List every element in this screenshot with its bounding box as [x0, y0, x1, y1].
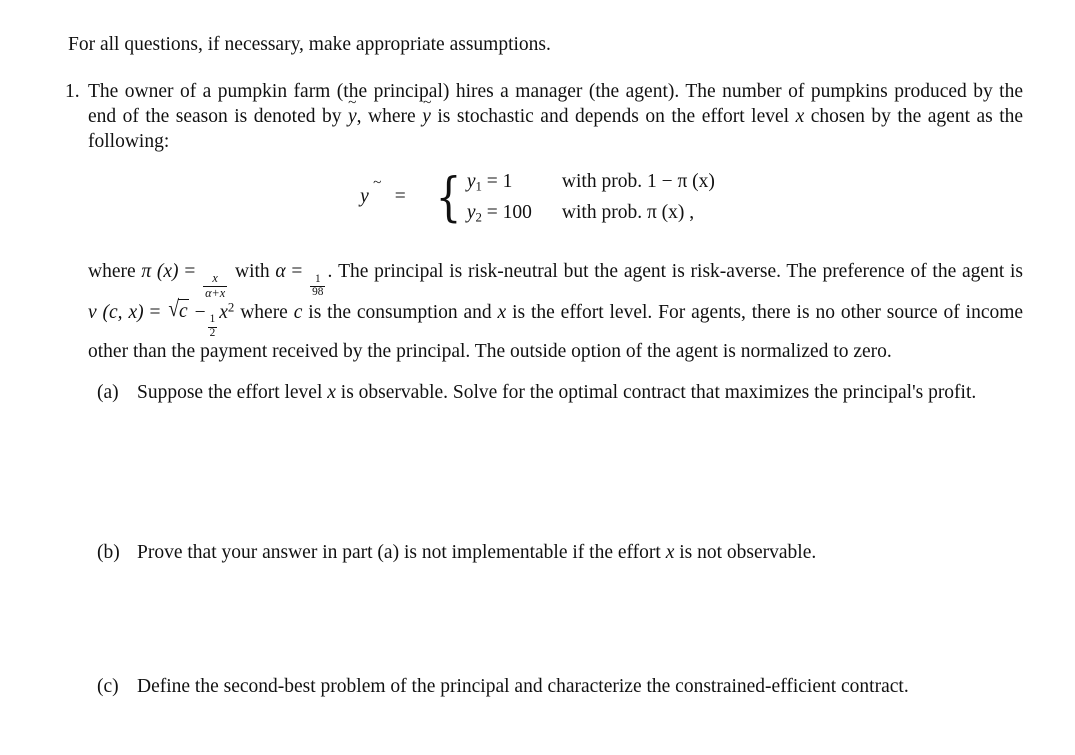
left-brace-icon: { [435, 168, 462, 229]
fraction-numerator-2: 1 [314, 272, 321, 285]
question-1-paragraph: The owner of a pumpkin farm (the princip… [88, 80, 1023, 155]
half-denominator: 2 [207, 327, 218, 340]
case-2-value: 100 [502, 201, 532, 223]
case-2-left: y2 = 100 [466, 201, 532, 225]
where-text-3: . The principal is risk-neutral but the … [327, 261, 1023, 282]
fraction-denominator: α+x [203, 286, 228, 301]
q1-text-a: The owner of a pumpkin farm (the princip… [88, 81, 888, 102]
display-equation-wrapper: y = { y1 = 1 with prob. 1 − π (x) y2 = 1… [0, 170, 1075, 226]
where-text-2: with [234, 261, 270, 282]
y-tilde-symbol: y [348, 105, 357, 130]
case-1-value: 1 [502, 171, 513, 192]
document-page: For all questions, if necessary, make ap… [0, 0, 1075, 755]
subquestion-a-text: Suppose the effort level x is observable… [137, 381, 1025, 406]
case-1-probability: 1 − π (x) [646, 171, 715, 192]
pi-of-x-1: π (x) [141, 261, 179, 282]
minus-sign: − [194, 301, 206, 323]
sub-a-text-1: Suppose the effort level [137, 382, 323, 403]
intro-line: For all questions, if necessary, make ap… [68, 34, 551, 55]
sub-b-variable: x [665, 542, 675, 563]
question-1-body: The owner of a pumpkin farm (the princip… [88, 80, 1023, 155]
equals-3: = [149, 301, 161, 323]
where-text-4: where [240, 301, 288, 323]
subquestion-a-body: Suppose the effort level x is observable… [137, 381, 1025, 406]
subquestion-c-text: Define the second-best problem of the pr… [137, 675, 1037, 700]
fraction-one-half: 12 [207, 313, 218, 340]
equation-cases: y1 = 1 with prob. 1 − π (x) y2 = 100 wit… [467, 170, 715, 226]
half-numerator: 1 [209, 313, 216, 326]
q1-text-e: level [751, 105, 790, 127]
fraction-numerator: x [212, 271, 218, 286]
where-paragraph-block: where π (x) = x α+x with α = 1 98. The pri… [88, 260, 1023, 365]
subquestion-b-marker: (b) [97, 542, 120, 563]
case-2-subscript: 2 [475, 210, 482, 225]
v-of-c-x: v (c, x) [88, 301, 144, 323]
radicand-c: c [178, 298, 189, 325]
case-1-subscript: 1 [475, 179, 482, 194]
sub-b-text-1: Prove that your answer in part (a) is no… [137, 542, 661, 563]
fraction-x-over-alpha-plus-x: x α+x [203, 271, 228, 301]
q1-text-d: is stochastic and depends on the effort [437, 105, 745, 127]
fraction-denominator-2: 98 [310, 286, 326, 299]
alpha-symbol: α [275, 261, 286, 282]
sqrt-c-expression: √c [166, 297, 189, 326]
subquestion-b-text: Prove that your answer in part (a) is no… [137, 541, 1025, 566]
equation-lhs-y-tilde: y [360, 185, 395, 210]
equals-1: = [184, 261, 196, 282]
equation-equals-sign: = [394, 186, 406, 208]
y-tilde-symbol-2: y [422, 105, 431, 130]
q1-text-c: , where [356, 105, 416, 127]
c-variable: c [293, 301, 303, 323]
fraction-one-over-98: 1 98 [310, 272, 326, 300]
sub-a-variable: x [327, 382, 336, 403]
case-1-right: with prob. 1 − π (x) [562, 170, 715, 195]
subquestion-b: (b) Prove that your answer in part (a) i… [97, 541, 1025, 566]
subquestion-a: (a) Suppose the effort level x is observ… [97, 381, 1025, 406]
equals-2: = [291, 261, 303, 282]
exponent-two: 2 [227, 300, 235, 315]
where-paragraph: where π (x) = x α+x with α = 1 98. The pri… [88, 260, 1023, 365]
sub-a-text-2: is observable. Solve for the optimal con… [340, 382, 977, 403]
case-2-probability: π (x) , [646, 201, 695, 223]
subquestion-b-body: Prove that your answer in part (a) is no… [137, 541, 1025, 566]
subquestion-c-marker: (c) [97, 676, 119, 697]
x-squared-term: x2 [219, 300, 235, 323]
case-1-prob-label: with prob. [561, 171, 643, 192]
sub-c-text-1: Define the second-best problem of the pr… [137, 676, 909, 697]
case-1-left: y1 = 1 [466, 171, 513, 194]
x-variable: x [795, 105, 805, 127]
sub-b-text-2: is not observable. [679, 542, 817, 563]
question-1-block: 1. The owner of a pumpkin farm (the prin… [65, 80, 1023, 155]
where-text-5: is the consumption and [308, 301, 492, 323]
question-1-row: 1. The owner of a pumpkin farm (the prin… [65, 80, 1023, 155]
display-equation: y = { y1 = 1 with prob. 1 − π (x) y2 = 1… [360, 170, 715, 226]
where-text-1: where [88, 261, 136, 282]
subquestion-c-body: Define the second-best problem of the pr… [137, 675, 1037, 700]
subquestion-c: (c) Define the second-best problem of th… [97, 675, 1037, 700]
subquestion-a-marker: (a) [97, 382, 119, 403]
case-2-prob-label: with prob. [561, 201, 643, 223]
x-variable-2: x [497, 301, 507, 323]
question-1-marker: 1. [65, 81, 80, 102]
case-2-right: with prob. π (x) , [562, 201, 715, 226]
